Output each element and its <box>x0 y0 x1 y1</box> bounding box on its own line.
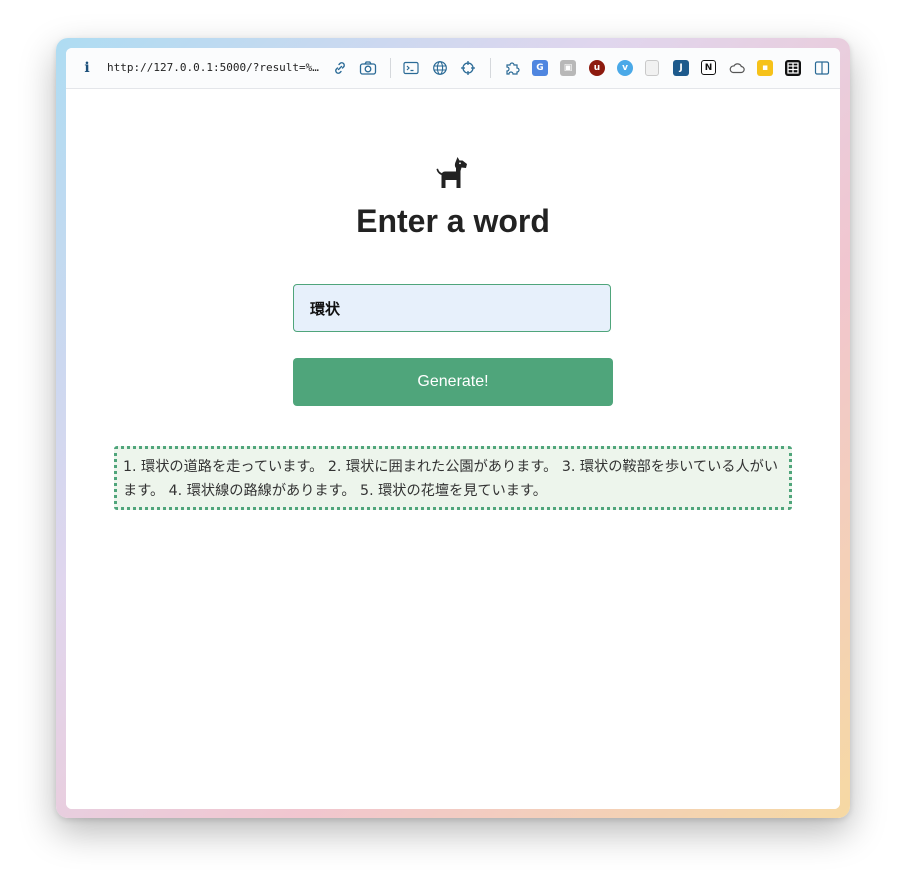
crosshair-icon[interactable] <box>459 59 477 77</box>
note-extension-icon[interactable]: ▪ <box>757 60 773 76</box>
ublock-extension-icon[interactable]: u <box>589 60 605 76</box>
table-extension-icon[interactable] <box>785 60 801 76</box>
link-icon[interactable] <box>331 59 349 77</box>
toolbar-divider <box>390 58 391 78</box>
browser-window: i http://127.0.0.1:5000/?result=%… G ▣ u… <box>66 48 840 809</box>
camera-icon[interactable] <box>359 59 377 77</box>
page-extension-icon[interactable] <box>645 60 659 76</box>
dog-icon <box>434 155 470 191</box>
toolbar-divider <box>490 58 491 78</box>
bookmark-extension-icon[interactable]: J <box>673 60 689 76</box>
profile-extension-icon[interactable]: ▣ <box>560 60 576 76</box>
result-box: 1. 環状の道路を走っています。 2. 環状に囲まれた公園があります。 3. 環… <box>114 446 792 510</box>
sidebar-toggle-icon[interactable] <box>813 59 831 77</box>
page-title: Enter a word <box>356 203 550 239</box>
terminal-icon[interactable] <box>402 59 420 77</box>
globe-icon[interactable] <box>431 59 449 77</box>
cloud-extension-icon[interactable] <box>728 59 746 77</box>
page-content: Enter a word Generate! 1. 環状の道路を走っています。 … <box>66 89 840 809</box>
address-bar[interactable]: http://127.0.0.1:5000/?result=%… <box>107 60 319 76</box>
browser-toolbar: i http://127.0.0.1:5000/?result=%… G ▣ u… <box>66 48 840 89</box>
generate-button[interactable]: Generate! <box>293 358 613 406</box>
translate-extension-icon[interactable]: G <box>532 60 548 76</box>
vimeo-extension-icon[interactable]: v <box>617 60 633 76</box>
word-input[interactable] <box>293 284 611 332</box>
site-info-icon[interactable]: i <box>80 59 94 77</box>
notion-extension-icon[interactable]: N <box>701 60 716 75</box>
puzzle-extension-icon[interactable] <box>503 59 523 77</box>
